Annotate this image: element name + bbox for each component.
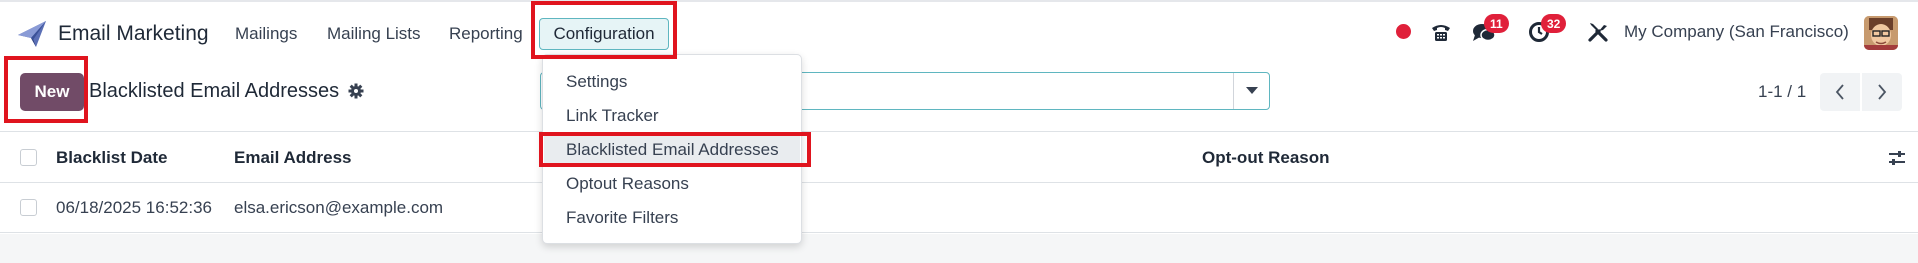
column-blacklist-date[interactable]: Blacklist Date: [56, 148, 168, 168]
row-checkbox[interactable]: [20, 199, 37, 216]
column-opt-out-reason[interactable]: Opt-out Reason: [1202, 148, 1330, 168]
menu-mailings[interactable]: Mailings: [235, 24, 297, 44]
chevron-right-icon: [1878, 84, 1887, 100]
chevron-left-icon: [1835, 84, 1844, 100]
menu-mailing-lists[interactable]: Mailing Lists: [327, 24, 421, 44]
page-title: Blacklisted Email Addresses: [89, 80, 340, 102]
messages-badge: 11: [1484, 14, 1509, 33]
list-header: Blacklist Date Email Address Opt-out Rea…: [0, 131, 1918, 183]
company-switcher[interactable]: My Company (San Francisco): [1624, 22, 1849, 42]
column-email-address[interactable]: Email Address: [234, 148, 351, 168]
app-name[interactable]: Email Marketing: [58, 22, 209, 46]
cell-email-address: elsa.ericson@example.com: [234, 198, 444, 217]
pager-previous-button[interactable]: [1820, 73, 1860, 111]
activities-badge: 32: [1541, 14, 1567, 33]
dropdown-item-optout-reasons[interactable]: Optout Reasons: [566, 174, 689, 194]
gear-icon[interactable]: [348, 83, 364, 99]
user-avatar[interactable]: [1864, 16, 1898, 50]
pager-next-button[interactable]: [1862, 73, 1902, 111]
list-background: [0, 234, 1918, 263]
highlight-new-button: [4, 56, 88, 123]
optional-columns-icon[interactable]: [1888, 150, 1906, 166]
record-dot-icon[interactable]: [1396, 24, 1411, 39]
search-options-toggle[interactable]: [1233, 73, 1269, 109]
dropdown-item-link-tracker[interactable]: Link Tracker: [566, 106, 659, 126]
dropdown-item-settings[interactable]: Settings: [566, 72, 627, 92]
pager-value[interactable]: 1-1 / 1: [1758, 82, 1806, 102]
select-all-checkbox[interactable]: [20, 149, 37, 166]
cell-blacklist-date: 06/18/2025 16:52:36: [56, 198, 212, 217]
dropdown-item-favorite-filters[interactable]: Favorite Filters: [566, 208, 678, 228]
menu-reporting[interactable]: Reporting: [449, 24, 523, 44]
caret-down-icon: [1245, 87, 1258, 94]
table-row[interactable]: 06/18/2025 16:52:36 elsa.ericson@example…: [0, 183, 1918, 233]
highlight-configuration: [531, 1, 677, 59]
highlight-blacklisted-item: [539, 132, 811, 167]
email-marketing-logo-icon[interactable]: [16, 18, 48, 50]
phone-icon[interactable]: [1430, 21, 1452, 43]
tools-icon[interactable]: [1587, 21, 1609, 43]
